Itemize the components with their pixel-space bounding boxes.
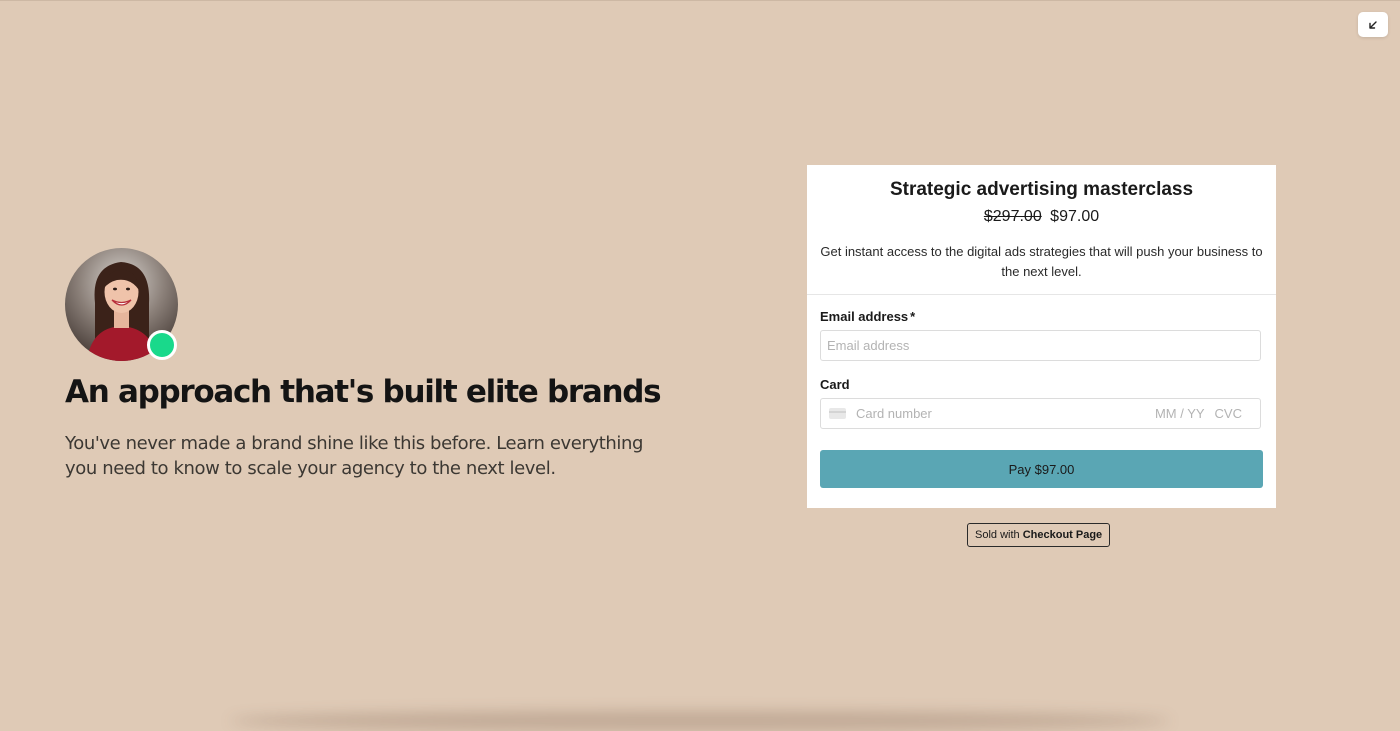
bottom-shadow [230,711,1170,731]
card-input[interactable]: Card number MM / YY CVC [820,398,1261,429]
hero-subline: You've never made a brand shine like thi… [65,433,643,479]
card-label: Card [820,377,850,392]
product-description: Get instant access to the digital ads st… [820,244,1263,279]
arrow-down-left-icon [1369,20,1377,29]
required-mark: * [910,309,916,324]
sold-with-badge[interactable]: Sold with Checkout Page [967,523,1111,547]
collapse-button[interactable] [1358,12,1388,37]
email-input[interactable] [820,330,1261,361]
hero-headline: An approach that's built elite brands [65,374,662,410]
sold-with-text: Sold with [975,529,1020,541]
current-price: $97.00 [1050,208,1100,225]
avatar [65,248,178,361]
email-label: Email address * [820,309,916,324]
credit-card-icon [829,408,846,419]
top-border [0,0,1400,1]
card-cvc-placeholder[interactable]: CVC [1215,406,1242,421]
card-number-placeholder[interactable]: Card number [856,406,1155,421]
card-expiry-placeholder[interactable]: MM / YY [1155,406,1205,421]
original-price: $297.00 [983,208,1042,225]
product-header: Strategic advertising masterclass $297.0… [807,165,1276,295]
online-status-dot [147,330,177,360]
brand-name: Checkout Page [1022,529,1103,541]
price-row: $297.00 $97.00 [807,208,1276,226]
product-title: Strategic advertising masterclass [889,179,1194,200]
pay-button[interactable]: Pay $97.00 [820,450,1263,488]
checkout-card: Strategic advertising masterclass $297.0… [807,165,1276,508]
